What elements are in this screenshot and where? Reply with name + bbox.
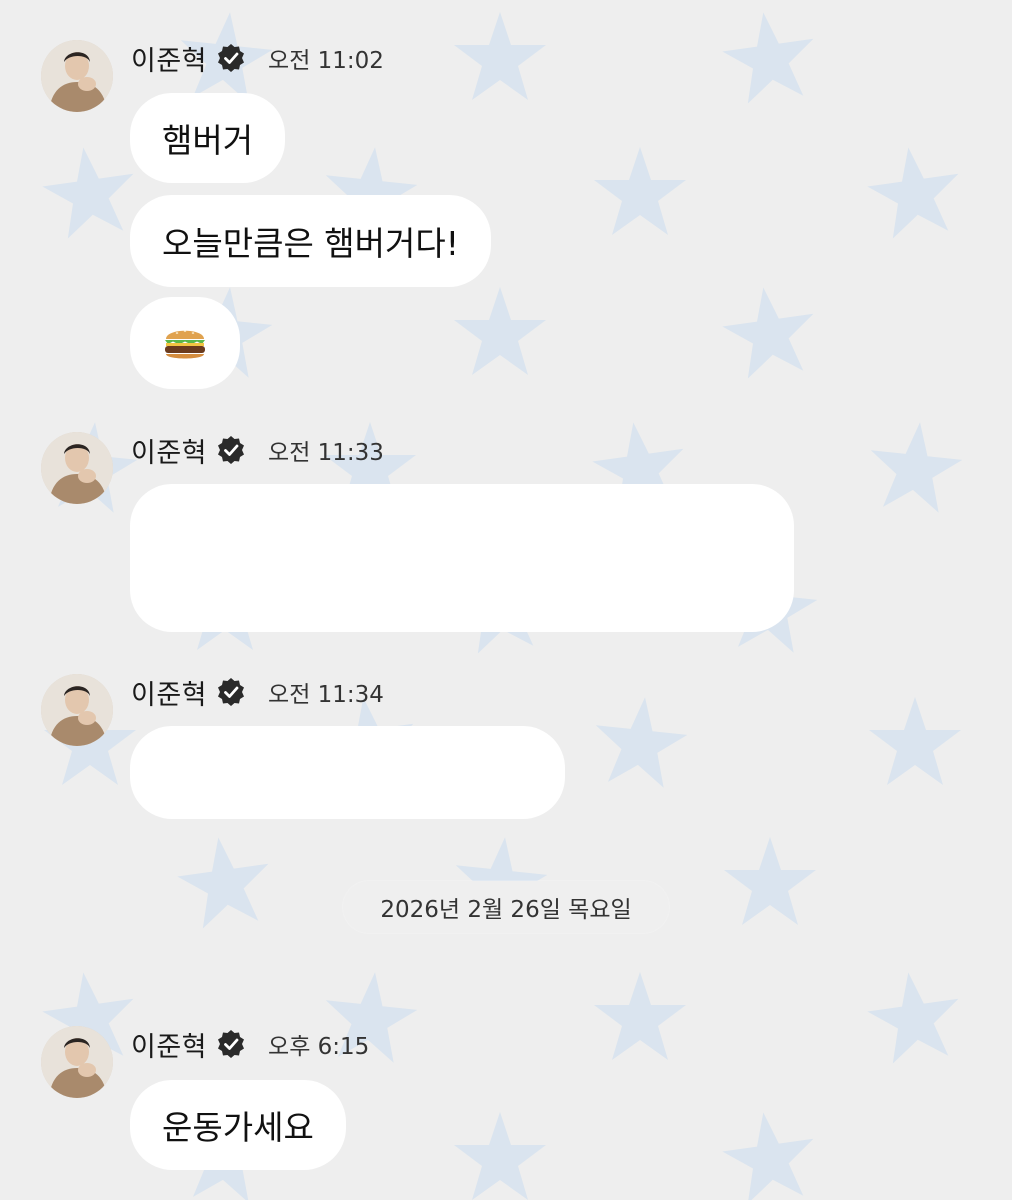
message-bubble[interactable]: 오늘만큼은 햄버거다! (130, 195, 491, 287)
message-header: 이준혁 오전 11:34 (131, 673, 384, 712)
verified-badge-icon (218, 1030, 245, 1058)
message-time: 오전 11:02 (268, 48, 384, 74)
hamburger-emoji-icon (165, 330, 205, 359)
message-bubble[interactable]: 햄버거 (130, 93, 286, 183)
message-bubble[interactable]: 운동가세요 (130, 1080, 346, 1170)
message-text: 햄버거 (162, 121, 254, 160)
message-header: 이준혁 오후 6:15 (131, 1025, 370, 1064)
verified-badge-icon (218, 436, 245, 464)
message-time: 오전 11:33 (268, 440, 384, 466)
verified-badge-icon (218, 678, 245, 706)
avatar[interactable] (41, 1026, 113, 1098)
message-bubble[interactable] (130, 297, 240, 389)
message-text: 운동가세요 (162, 1108, 314, 1147)
message-text: 오늘만큼은 햄버거다! (162, 224, 459, 263)
sender-name[interactable]: 이준혁 (131, 431, 207, 470)
sender-name[interactable]: 이준혁 (131, 673, 207, 712)
message-bubble[interactable] (130, 726, 565, 819)
avatar[interactable] (41, 40, 113, 112)
message-header: 이준혁 오전 11:02 (131, 39, 384, 78)
sender-name[interactable]: 이준혁 (131, 39, 207, 78)
avatar[interactable] (41, 432, 113, 504)
date-separator: 2026년 2월 26일 목요일 (343, 881, 669, 933)
sender-name[interactable]: 이준혁 (131, 1025, 207, 1064)
verified-badge-icon (218, 44, 245, 72)
avatar[interactable] (41, 674, 113, 746)
message-header: 이준혁 오전 11:33 (131, 431, 384, 470)
message-time: 오전 11:34 (268, 682, 384, 708)
message-bubble[interactable] (130, 484, 794, 632)
message-time: 오후 6:15 (268, 1034, 370, 1060)
